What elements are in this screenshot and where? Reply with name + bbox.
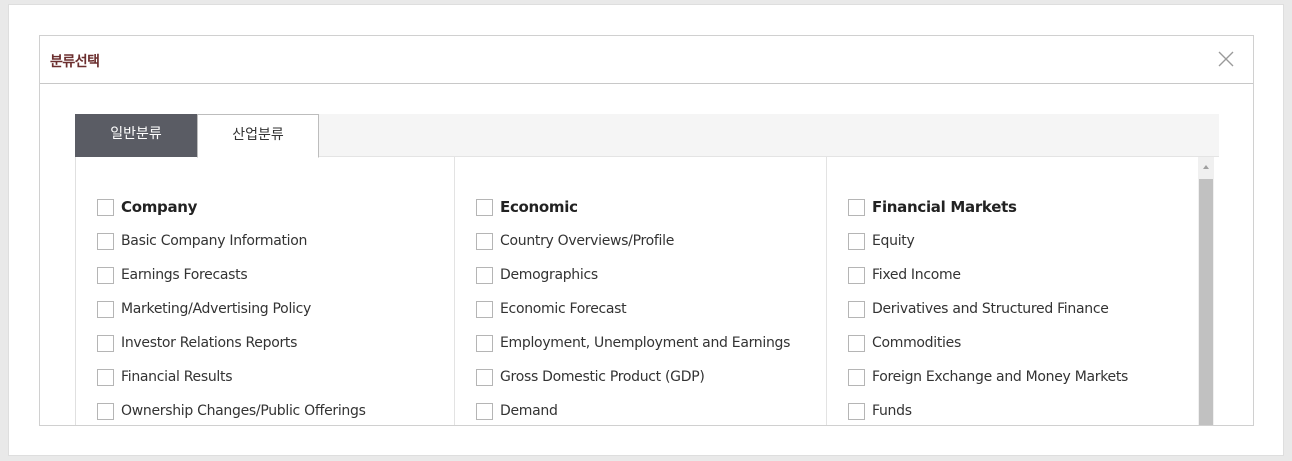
category-item[interactable]: Commodities — [848, 326, 1128, 360]
category-item-label: Gross Domestic Product (GDP) — [500, 369, 705, 385]
category-item[interactable]: Foreign Exchange and Money Markets — [848, 360, 1128, 394]
category-item[interactable]: Demand — [476, 394, 790, 425]
category-item-label: Investor Relations Reports — [121, 335, 298, 351]
category-item[interactable]: Fixed Income — [848, 258, 1128, 292]
category-item[interactable]: Ownership Changes/Public Offerings — [97, 394, 366, 425]
category-item[interactable]: Equity — [848, 224, 1128, 258]
scrollbar-thumb[interactable] — [1199, 179, 1213, 425]
category-item[interactable]: Employment, Unemployment and Earnings — [476, 326, 790, 360]
category-item-label: Funds — [872, 403, 912, 419]
checkbox[interactable] — [97, 368, 114, 386]
category-list: Company Basic Company Information Earnin… — [75, 157, 1219, 425]
category-group[interactable]: Economic — [476, 190, 790, 224]
category-item-label: Commodities — [872, 335, 961, 351]
modal-title: 분류선택 — [50, 54, 100, 70]
category-item[interactable]: Investor Relations Reports — [97, 326, 366, 360]
checkbox[interactable] — [848, 368, 865, 386]
category-item-label: Demographics — [500, 267, 598, 283]
vertical-scrollbar[interactable] — [1198, 157, 1214, 425]
category-item[interactable]: Earnings Forecasts — [97, 258, 366, 292]
category-group-label: Economic — [500, 198, 578, 216]
checkbox[interactable] — [97, 334, 114, 352]
checkbox[interactable] — [848, 266, 865, 284]
checkbox[interactable] — [848, 300, 865, 318]
checkbox[interactable] — [848, 232, 865, 250]
category-item[interactable]: Economic Forecast — [476, 292, 790, 326]
checkbox[interactable] — [476, 266, 493, 284]
category-item[interactable]: Marketing/Advertising Policy — [97, 292, 366, 326]
tab-general[interactable]: 일반분류 — [75, 114, 197, 157]
category-group-label: Financial Markets — [872, 198, 1017, 216]
category-item[interactable]: Gross Domestic Product (GDP) — [476, 360, 790, 394]
category-item-label: Derivatives and Structured Finance — [872, 301, 1109, 317]
close-button[interactable] — [1215, 48, 1237, 70]
category-item-label: Ownership Changes/Public Offerings — [121, 403, 366, 419]
category-item-label: Financial Results — [121, 369, 233, 385]
category-item-label: Earnings Forecasts — [121, 267, 248, 283]
category-item-label: Country Overviews/Profile — [500, 233, 675, 249]
checkbox[interactable] — [97, 266, 114, 284]
category-column-economic: Economic Country Overviews/Profile Demog… — [454, 157, 826, 425]
category-item[interactable]: Financial Results — [97, 360, 366, 394]
category-item[interactable]: Country Overviews/Profile — [476, 224, 790, 258]
checkbox[interactable] — [476, 300, 493, 318]
category-item-label: Basic Company Information — [121, 233, 308, 249]
category-column-company: Company Basic Company Information Earnin… — [76, 157, 454, 425]
category-item[interactable]: Basic Company Information — [97, 224, 366, 258]
checkbox[interactable] — [476, 368, 493, 386]
tab-industry[interactable]: 산업분류 — [197, 114, 319, 158]
category-item-label: Foreign Exchange and Money Markets — [872, 369, 1129, 385]
checkbox[interactable] — [848, 198, 865, 216]
category-column-financial-markets: Financial Markets Equity Fixed Income De… — [826, 157, 1200, 425]
category-item-label: Equity — [872, 233, 915, 249]
category-item-label: Fixed Income — [872, 267, 961, 283]
category-item-label: Economic Forecast — [500, 301, 627, 317]
category-group-label: Company — [121, 198, 198, 216]
category-item-label: Marketing/Advertising Policy — [121, 301, 312, 317]
category-tabs: 일반분류 산업분류 — [75, 114, 1219, 158]
checkbox[interactable] — [476, 198, 493, 216]
category-item-label: Employment, Unemployment and Earnings — [500, 335, 791, 351]
checkbox[interactable] — [476, 402, 493, 420]
category-group[interactable]: Financial Markets — [848, 190, 1128, 224]
checkbox[interactable] — [476, 334, 493, 352]
category-group[interactable]: Company — [97, 190, 366, 224]
checkbox[interactable] — [848, 334, 865, 352]
checkbox[interactable] — [476, 232, 493, 250]
checkbox[interactable] — [97, 300, 114, 318]
modal-header: 분류선택 — [40, 36, 1253, 84]
scroll-up-button[interactable] — [1198, 157, 1214, 177]
category-select-modal: 분류선택 일반분류 산업분류 Company Basic Company Inf… — [39, 35, 1254, 426]
checkbox[interactable] — [97, 232, 114, 250]
category-item[interactable]: Funds — [848, 394, 1128, 425]
scroll-up-arrow-icon — [1203, 165, 1209, 169]
category-item-label: Demand — [500, 403, 558, 419]
close-icon — [1218, 51, 1234, 67]
checkbox[interactable] — [97, 402, 114, 420]
category-item[interactable]: Derivatives and Structured Finance — [848, 292, 1128, 326]
checkbox[interactable] — [848, 402, 865, 420]
category-item[interactable]: Demographics — [476, 258, 790, 292]
checkbox[interactable] — [97, 198, 114, 216]
